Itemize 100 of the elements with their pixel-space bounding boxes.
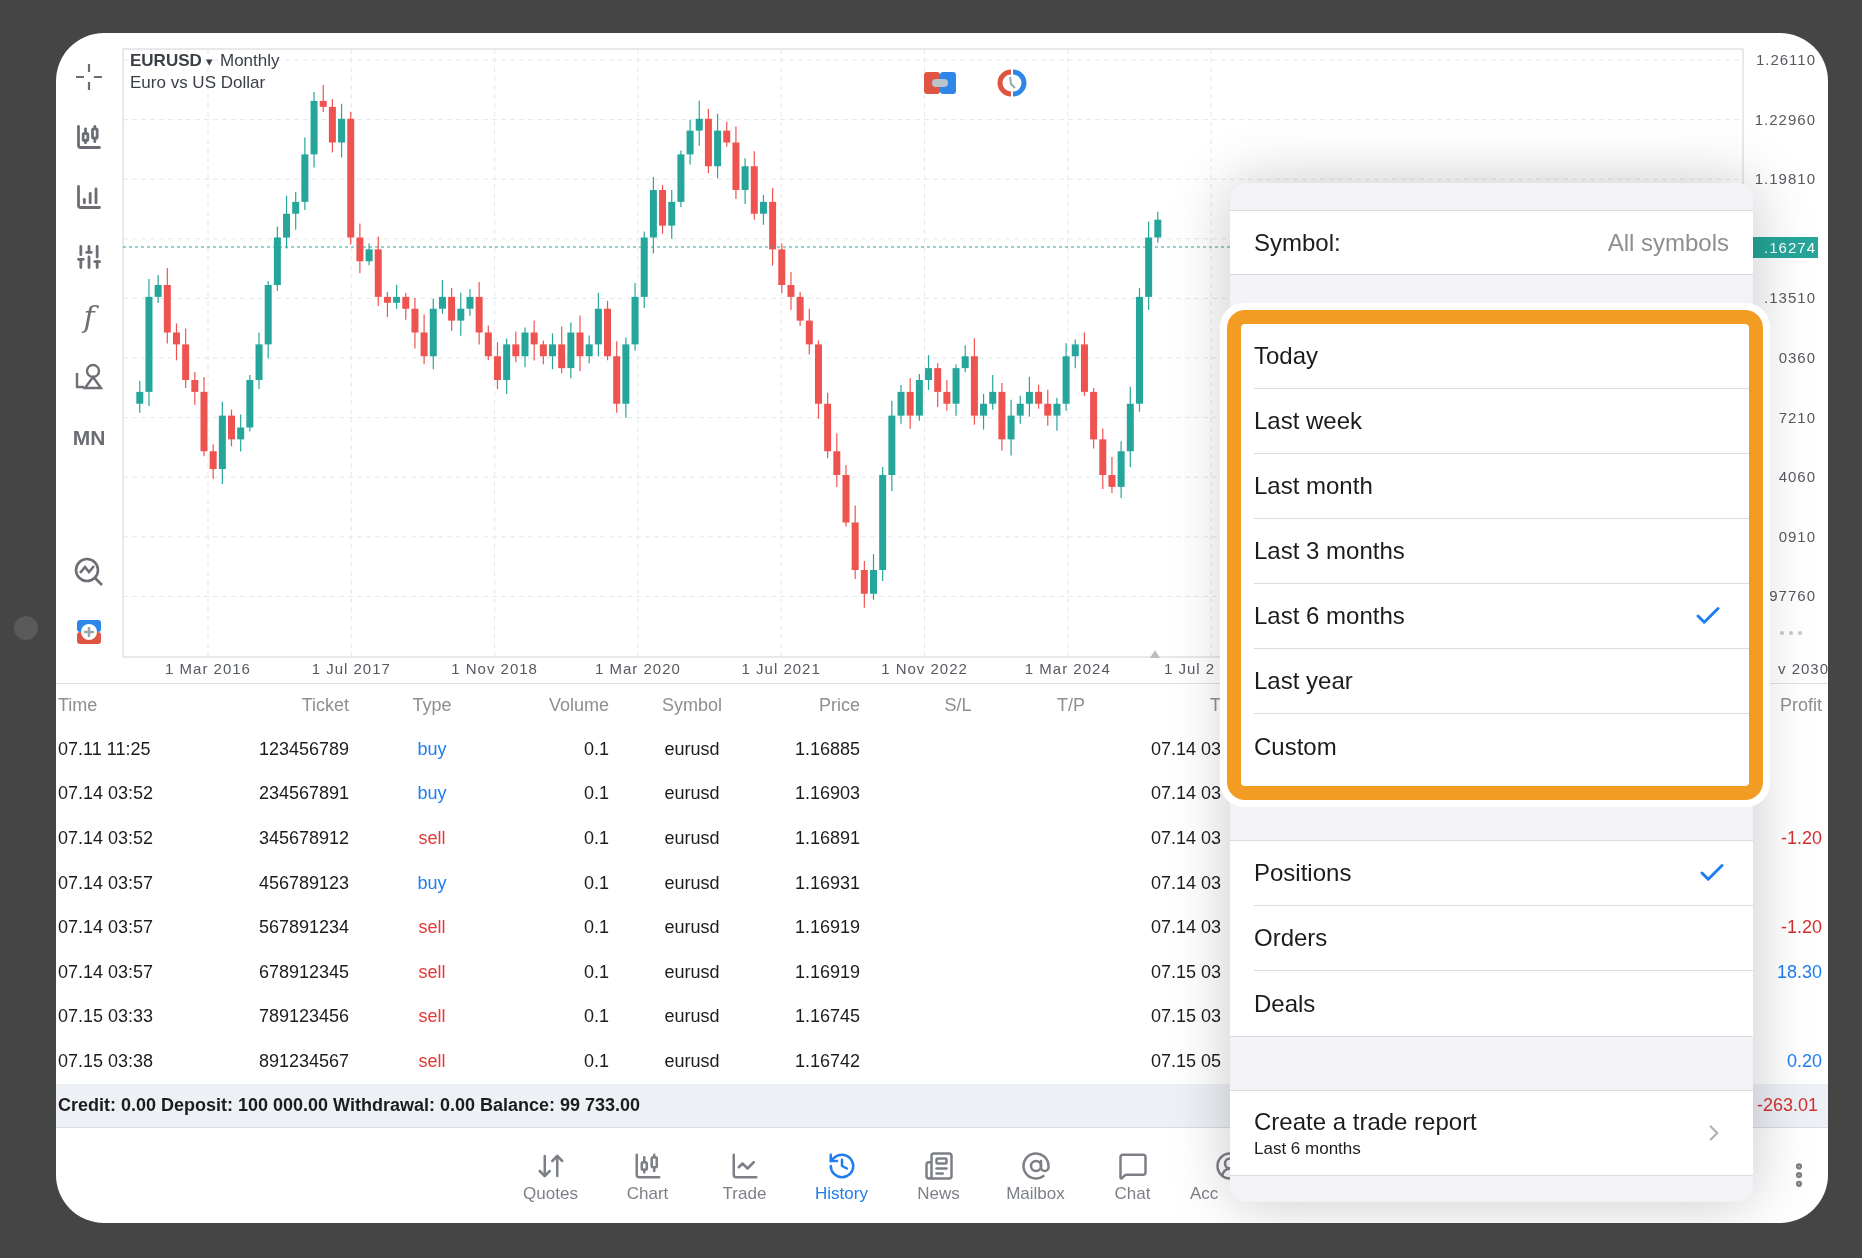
ticket-cell: 567891234	[258, 917, 349, 938]
date-axis-label: 1 Mar 2024	[1024, 660, 1111, 677]
column-header[interactable]: Time	[58, 695, 98, 715]
time-cell: 07.15 03:38	[58, 1050, 154, 1071]
date-axis-label: 1 Mar 2016	[165, 660, 251, 677]
volume-bars-icon[interactable]	[75, 183, 103, 211]
period-option[interactable]: Last month	[1254, 454, 1749, 519]
nav-tab[interactable]: Acc	[1181, 1148, 1230, 1202]
period-option[interactable]: Last week	[1254, 389, 1749, 454]
type-cell: sell	[418, 917, 446, 938]
price-axis-label: 1.26110	[1755, 51, 1816, 68]
date-axis-label: 1 Nov 2022	[881, 660, 968, 677]
time-cell: 07.14 03:57	[58, 872, 154, 893]
column-header[interactable]: Type	[412, 695, 452, 715]
trade-report-row[interactable]: Create a trade report Last 6 months	[1230, 1090, 1753, 1176]
close-time-cell: 07.14 03	[1150, 828, 1221, 848]
profit-cell: 18.30	[1776, 961, 1822, 982]
nav-tab[interactable]: Quotes	[502, 1148, 599, 1202]
ticket-cell: 123456789	[258, 738, 349, 759]
column-header[interactable]: Profit	[1780, 695, 1822, 715]
price-axis-label: 1.19810	[1754, 170, 1816, 188]
balance-summary: Credit: 0.00 Deposit: 100 000.00 Withdrawal: 0.00 Balance: 99 733.00	[58, 1093, 641, 1117]
more-dots-icon[interactable]	[1780, 631, 1802, 635]
type-cell: buy	[417, 738, 447, 759]
clock-icon[interactable]	[997, 69, 1027, 97]
volume-cell: 0.1	[583, 917, 609, 938]
time-cell: 07.11 11:25	[58, 738, 151, 759]
close-time-cell: 07.15 03	[1150, 1006, 1221, 1027]
analytics-search-icon[interactable]	[73, 556, 105, 588]
close-time-cell: 07.15 05	[1150, 1050, 1221, 1071]
profit-cell: -1.20	[1780, 917, 1822, 938]
type-cell: sell	[418, 1006, 446, 1027]
column-header[interactable]: T/P	[1057, 695, 1085, 715]
column-header[interactable]: T	[1210, 695, 1221, 715]
type-cell: buy	[417, 783, 447, 804]
date-axis-label: 1 Jul 2021	[741, 660, 821, 677]
price-cell: 1.16745	[794, 1006, 860, 1027]
symbol-filter-value: All symbols	[1607, 227, 1729, 258]
close-time-cell: 07.14 03	[1150, 872, 1221, 893]
period-option[interactable]: Custom	[1254, 714, 1749, 779]
column-header[interactable]: Volume	[548, 695, 609, 715]
type-cell: sell	[418, 961, 446, 982]
symbol-cell: eurusd	[664, 783, 720, 804]
type-cell: sell	[418, 1050, 446, 1071]
user-icon	[1215, 1150, 1230, 1181]
price-cell: 1.16931	[794, 872, 860, 893]
period-option[interactable]: Last 6 months	[1254, 584, 1749, 649]
sliders-icon[interactable]	[75, 243, 103, 271]
type-cell: buy	[417, 872, 447, 893]
trade-plus-icon[interactable]	[75, 618, 103, 646]
price-axis-label: 97760	[1769, 587, 1816, 605]
column-header[interactable]: Ticket	[301, 695, 349, 715]
period-option[interactable]: Last 3 months	[1254, 519, 1749, 584]
nav-tab[interactable]: Chat	[1084, 1148, 1181, 1202]
report-period: Last 6 months	[1254, 1139, 1362, 1157]
symbol-description: Euro vs US Dollar	[130, 73, 266, 92]
profit-cell: -1.20	[1780, 828, 1822, 848]
nav-tab[interactable]: Chart	[599, 1148, 696, 1202]
history-type-option[interactable]: Positions	[1254, 841, 1753, 906]
price-axis-label: 4060	[1778, 468, 1816, 486]
column-header[interactable]: Symbol	[662, 695, 722, 715]
period-option[interactable]: Today	[1254, 324, 1749, 389]
column-header[interactable]: S/L	[944, 695, 972, 715]
history-type-option[interactable]: Orders	[1254, 906, 1753, 971]
symbol-label[interactable]: EURUSD	[130, 51, 202, 70]
report-title: Create a trade report	[1254, 1109, 1477, 1134]
price-axis-label: 0910	[1778, 527, 1816, 545]
period-option[interactable]: Last year	[1254, 649, 1749, 714]
nav-tab[interactable]: Trade	[696, 1148, 793, 1202]
ticket-cell: 345678912	[258, 828, 349, 848]
time-marker-icon[interactable]	[1150, 650, 1160, 658]
date-axis-label: 1 Jul 2	[1164, 660, 1216, 677]
newspaper-icon	[923, 1150, 954, 1181]
shapes-icon[interactable]	[74, 363, 104, 391]
nav-tab[interactable]: News	[890, 1148, 987, 1202]
nav-tab[interactable]: Mailbox	[987, 1148, 1084, 1202]
symbol-cell: eurusd	[664, 738, 720, 759]
timeframe-label: Monthly	[220, 51, 280, 70]
volume-cell: 0.1	[583, 738, 609, 759]
symbol-cell: eurusd	[664, 961, 720, 982]
nav-tab[interactable]: History	[793, 1148, 890, 1202]
price-axis-label: 0360	[1778, 349, 1816, 366]
dropdown-caret[interactable]: ▾	[206, 54, 213, 69]
column-header[interactable]: Price	[819, 695, 860, 715]
date-axis-label: 1 Jul 2017	[311, 660, 391, 677]
symbol-filter-row[interactable]: Symbol: All symbols	[1230, 210, 1753, 275]
price-cell: 1.16919	[794, 961, 860, 982]
candlestick-icon[interactable]	[75, 123, 103, 151]
price-cell: 1.16742	[794, 1050, 860, 1071]
history-type-option[interactable]: Deals	[1254, 971, 1753, 1036]
total-profit: -263.01	[1756, 1093, 1818, 1117]
close-time-cell: 07.14 03	[1150, 783, 1221, 804]
close-time-cell: 07.14 03	[1150, 917, 1221, 938]
crosshair-icon[interactable]	[75, 63, 103, 91]
date-axis-label: 1 Nov 2018	[451, 660, 538, 677]
close-time-cell: 07.15 03	[1150, 961, 1221, 982]
volume-cell: 0.1	[583, 872, 609, 893]
timeframe-button[interactable]: MN	[72, 426, 106, 448]
ticket-cell: 234567891	[258, 783, 349, 804]
profit-cell: 0.20	[1786, 1050, 1822, 1071]
